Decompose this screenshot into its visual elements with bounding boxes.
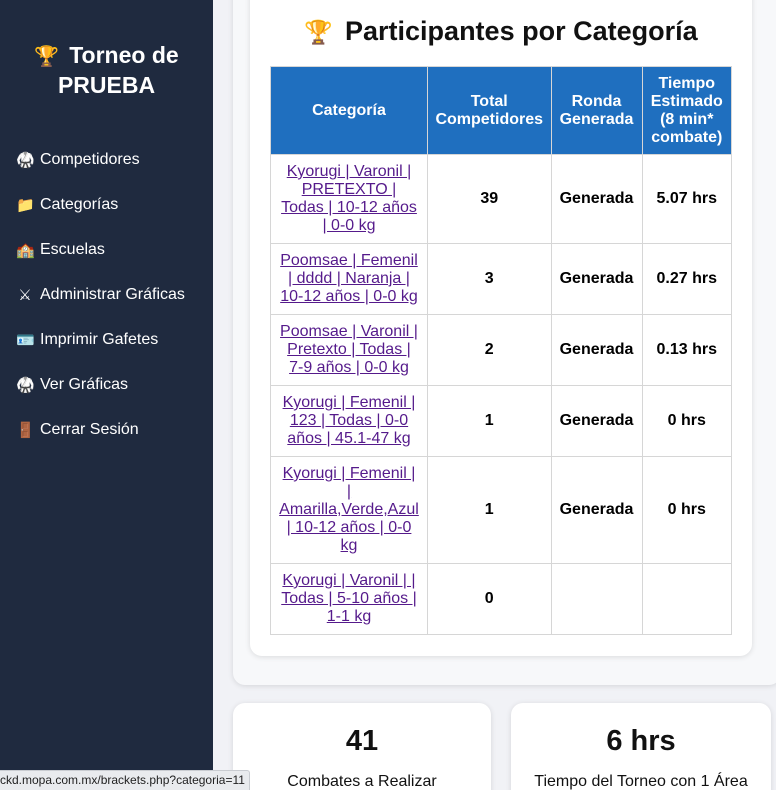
category-link[interactable]: Kyorugi | Varonil | | Todas | 5-10 años … [281, 572, 417, 625]
category-link[interactable]: Poomsae | Varonil | Pretexto | Todas | 7… [280, 323, 418, 376]
trophy-icon: 🏆 [304, 19, 334, 45]
cell-ronda [550, 563, 643, 635]
col-header-total: Total Competidores [426, 66, 552, 155]
cell-categoria: Kyorugi | Varonil | | Todas | 5-10 años … [270, 563, 428, 635]
sidebar-item-label: Cerrar Sesión [40, 420, 139, 438]
cell-tiempo [641, 563, 732, 635]
cell-ronda: Generada [550, 456, 643, 564]
brand-title: 🏆 Torneo de PRUEBA [0, 41, 213, 99]
cell-ronda: Generada [550, 243, 643, 315]
sidebar-item-categorías[interactable]: 📁 Categorías [0, 182, 213, 227]
table-row: Kyorugi | Femenil | 123 | Todas | 0-0 añ… [270, 385, 732, 457]
sidebar-item-cerrar-sesión[interactable]: 🚪 Cerrar Sesión [0, 407, 213, 452]
col-header-categoria: Categoría [270, 66, 428, 155]
table-header-row: Categoría Total Competidores Ronda Gener… [270, 66, 732, 155]
sidebar-item-escuelas[interactable]: 🏫 Escuelas [0, 227, 213, 272]
table-row: Poomsae | Femenil | dddd | Naranja | 10-… [270, 243, 732, 315]
sidebar-item-label: Imprimir Gafetes [40, 330, 159, 348]
category-link[interactable]: Poomsae | Femenil | dddd | Naranja | 10-… [280, 252, 418, 305]
stat-card-combates: 41 Combates a Realizar [233, 703, 491, 790]
cell-tiempo: 0 hrs [641, 385, 732, 457]
stat-value: 6 hrs [606, 725, 676, 757]
door-icon: 🚪 [16, 421, 35, 439]
brand-line-2: PRUEBA [57, 72, 156, 98]
stat-label: Tiempo del Torneo con 1 Área [534, 773, 748, 790]
cell-total: 1 [426, 456, 552, 564]
cell-total: 3 [426, 243, 552, 315]
table-row: Poomsae | Varonil | Pretexto | Todas | 7… [270, 314, 732, 386]
cell-ronda: Generada [550, 154, 643, 244]
cell-total: 2 [426, 314, 552, 386]
sidebar-item-imprimir-gafetes[interactable]: 🪪 Imprimir Gafetes [0, 317, 213, 362]
stat-value: 41 [345, 725, 379, 757]
cell-categoria: Kyorugi | Femenil | 123 | Todas | 0-0 añ… [270, 385, 428, 457]
cell-total: 0 [426, 563, 552, 635]
cell-categoria: Poomsae | Femenil | dddd | Naranja | 10-… [270, 243, 428, 315]
col-header-tiempo: Tiempo Estimado (8 min* combate) [641, 66, 732, 155]
cell-categoria: Kyorugi | Varonil | PRETEXTO | Todas | 1… [270, 154, 428, 244]
status-bar-url: ckd.mopa.com.mx/brackets.php?categoria=1… [0, 770, 250, 790]
main-content: 🏆 Participantes por Categoría Categoría T… [213, 0, 776, 790]
crossed-swords-icon: ⚔ [18, 286, 32, 304]
trophy-icon: 🏆 [34, 46, 60, 68]
table-row: Kyorugi | Varonil | PRETEXTO | Todas | 1… [270, 154, 732, 244]
sidebar-item-competidores[interactable]: 🥋 Competidores [0, 137, 213, 182]
category-link[interactable]: Kyorugi | Varonil | PRETEXTO | Todas | 1… [281, 163, 417, 234]
sidebar-item-administrar-gráficas[interactable]: ⚔ Administrar Gráficas [0, 272, 213, 317]
cell-categoria: Poomsae | Varonil | Pretexto | Todas | 7… [270, 314, 428, 386]
cell-tiempo: 5.07 hrs [641, 154, 732, 244]
folder-icon: 📁 [16, 196, 35, 214]
sidebar: 🏆 Torneo de PRUEBA 🥋 Competidores 📁 Categorí… [0, 0, 213, 790]
cell-total: 1 [426, 385, 552, 457]
school-icon: 🏫 [16, 241, 35, 259]
col-header-ronda: Ronda Generada [550, 66, 643, 155]
category-link[interactable]: Kyorugi | Femenil | | Amarilla,Verde,Azu… [279, 465, 419, 554]
uniform-icon: 🥋 [16, 376, 35, 394]
category-link[interactable]: Kyorugi | Femenil | 123 | Todas | 0-0 añ… [283, 394, 416, 447]
cell-ronda: Generada [550, 385, 643, 457]
stat-card-tiempo: 6 hrs Tiempo del Torneo con 1 Área [511, 703, 771, 790]
table-row: Kyorugi | Varonil | | Todas | 5-10 años … [270, 563, 732, 635]
sidebar-item-label: Administrar Gráficas [40, 285, 185, 303]
participants-table: Categoría Total Competidores Ronda Gener… [270, 66, 732, 635]
sidebar-item-label: Competidores [40, 150, 140, 168]
sidebar-item-label: Categorías [40, 195, 119, 213]
cell-ronda: Generada [550, 314, 643, 386]
cell-tiempo: 0.27 hrs [641, 243, 732, 315]
stat-label: Combates a Realizar [287, 773, 437, 790]
table-row: Kyorugi | Femenil | | Amarilla,Verde,Azu… [270, 456, 732, 564]
sidebar-nav: 🥋 Competidores 📁 Categorías 🏫 Escuelas ⚔ Admini… [0, 137, 213, 452]
cell-categoria: Kyorugi | Femenil | | Amarilla,Verde,Azu… [270, 456, 428, 564]
sidebar-item-ver-gráficas[interactable]: 🥋 Ver Gráficas [0, 362, 213, 407]
cell-total: 39 [426, 154, 552, 244]
sidebar-item-label: Ver Gráficas [40, 375, 129, 393]
cell-tiempo: 0 hrs [641, 456, 732, 564]
brand-line-1: Torneo de [69, 42, 179, 68]
sidebar-item-label: Escuelas [40, 240, 105, 258]
id-card-icon: 🪪 [16, 331, 35, 349]
page-title: 🏆 Participantes por Categoría [304, 16, 698, 46]
cell-tiempo: 0.13 hrs [641, 314, 732, 386]
uniform-icon: 🥋 [16, 151, 35, 169]
